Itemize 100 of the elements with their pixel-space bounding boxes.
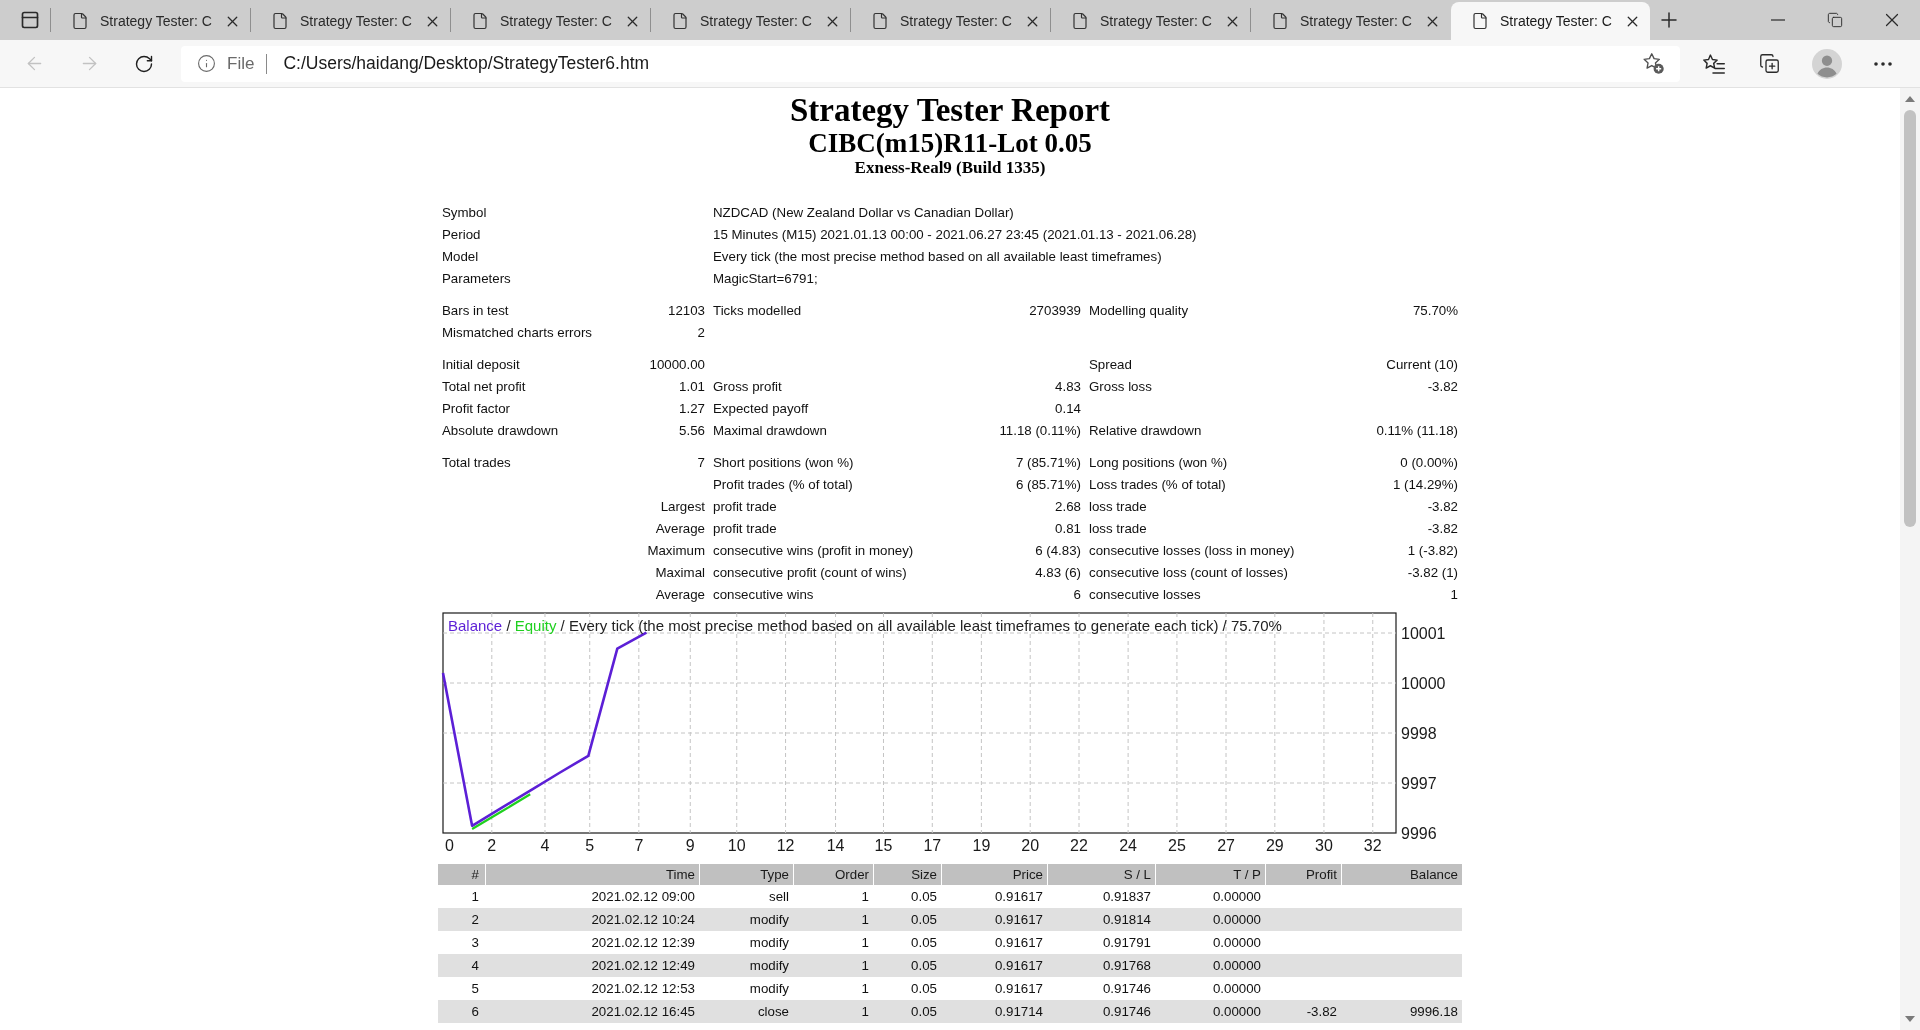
report-server: Exness-Real9 (Build 1335) <box>854 158 1046 178</box>
star-list-icon <box>1703 53 1725 74</box>
scroll-down-icon[interactable] <box>1905 1016 1915 1022</box>
axis-label: 15 <box>874 837 893 854</box>
column-header: Balance <box>1341 864 1462 885</box>
summary-label: consecutive loss (count of losses) <box>1089 564 1288 583</box>
summary-value: NZDCAD (New Zealand Dollar vs Canadian Dollar) <box>713 204 1014 223</box>
summary-label: consecutive wins <box>713 586 814 605</box>
summary-value: 2 <box>697 324 705 343</box>
summary-value: 0.14 <box>1055 400 1081 419</box>
summary-label: Model <box>442 248 479 267</box>
site-info-button[interactable]: File <box>197 48 255 79</box>
table-cell-text: 0.91768 <box>1101 956 1152 975</box>
table-cell-text: 2021.02.12 16:45 <box>590 1002 696 1021</box>
summary-label: consecutive losses (loss in money) <box>1089 542 1295 561</box>
report-subtitle: CIBC(m15)R11-Lot 0.05 <box>808 128 1092 158</box>
summary-value: 7 (85.71%) <box>1015 454 1081 473</box>
table-cell-text: 0.05 <box>910 887 938 906</box>
browser-tab[interactable]: Strategy Tester: C <box>1251 2 1450 40</box>
axis-label: 9 <box>685 837 695 854</box>
summary-label: Period <box>442 226 481 245</box>
summary-label: Initial deposit <box>442 356 520 375</box>
table-cell-text: 0.00000 <box>1211 933 1262 952</box>
scrollbar-thumb[interactable] <box>1904 110 1916 527</box>
axis-label: 19 <box>972 837 991 854</box>
table-cell-text: 1 <box>470 887 480 906</box>
browser-tab[interactable]: Strategy Tester: C <box>1451 2 1650 40</box>
column-header: Profit <box>1265 864 1341 885</box>
axis-label: 17 <box>923 837 942 854</box>
summary-label: Gross loss <box>1089 378 1152 397</box>
summary-label: Mismatched charts errors <box>442 324 592 343</box>
table-cell-text: 2 <box>470 910 480 929</box>
summary-value: -3.82 <box>1427 378 1458 397</box>
column-header: S / L <box>1047 864 1155 885</box>
summary-label: profit trade <box>713 498 777 517</box>
table-cell-text: 1 <box>860 933 870 952</box>
summary-value: -3.82 <box>1427 498 1458 517</box>
summary-label: consecutive wins (profit in money) <box>713 542 914 561</box>
summary-value: -3.82 <box>1427 520 1458 539</box>
summary-label: Short positions (won %) <box>713 454 854 473</box>
browser-tab[interactable]: Strategy Tester: C <box>451 2 650 40</box>
document-icon <box>1071 12 1089 30</box>
summary-label: Long positions (won %) <box>1089 454 1228 473</box>
table-cell-text: modify <box>748 910 790 929</box>
axis-label: 25 <box>1168 837 1186 854</box>
document-icon <box>871 12 889 30</box>
summary-label: consecutive profit (count of wins) <box>713 564 907 583</box>
document-icon <box>271 12 289 30</box>
table-cell-text: 0.91617 <box>993 887 1044 906</box>
axis-label: 20 <box>1021 837 1040 854</box>
table-cell-text: 0.00000 <box>1211 1002 1262 1021</box>
summary-value: 0 (0.00%) <box>1400 454 1458 473</box>
column-header: Size <box>873 864 941 885</box>
document-icon <box>1471 12 1489 30</box>
table-cell-text: 0.05 <box>910 910 938 929</box>
table-cell-text: 1 <box>860 979 870 998</box>
address-field[interactable]: C:/Users/haidang/Desktop/StrategyTester6.htm <box>283 50 1638 77</box>
summary-value: 11.18 (0.11%) <box>999 422 1081 441</box>
table-cell-text: 2021.02.12 12:49 <box>590 956 696 975</box>
table-cell-text: 9996.18 <box>1408 1002 1459 1021</box>
summary-value: 0.81 <box>1055 520 1081 539</box>
browser-tab[interactable]: Strategy Tester: C <box>1051 2 1250 40</box>
summary-label: Expected payoff <box>713 400 809 419</box>
table-cell-text: 0.05 <box>910 979 938 998</box>
table-cell-text: 0.91617 <box>993 933 1044 952</box>
summary-label: Maximal drawdown <box>713 422 827 441</box>
document-icon <box>1271 12 1289 30</box>
scrollbar[interactable] <box>1900 88 1920 1030</box>
table-cell-text: 0.00000 <box>1211 887 1262 906</box>
more-icon <box>1874 61 1892 66</box>
summary-label: Absolute drawdown <box>442 422 559 441</box>
table-cell-text: 0.91617 <box>993 979 1044 998</box>
reload-icon <box>134 53 154 74</box>
summary-label: Profit trades (% of total) <box>713 476 853 495</box>
browser-tab[interactable]: Strategy Tester: C <box>251 2 450 40</box>
table-cell-text: 1 <box>860 887 870 906</box>
browser-tab[interactable]: Strategy Tester: C <box>851 2 1050 40</box>
browser-tab[interactable]: Strategy Tester: C <box>651 2 850 40</box>
report-title: Strategy Tester Report <box>789 92 1111 128</box>
minimize-icon <box>1770 19 1785 21</box>
summary-value: 6 <box>1073 586 1081 605</box>
summary-label: Bars in test <box>442 302 509 321</box>
column-header: Order <box>793 864 873 885</box>
axis-label: 7 <box>634 837 644 854</box>
collections-icon <box>1758 53 1780 74</box>
summary-value: 1.01 <box>679 378 705 397</box>
summary-value: 10000.00 <box>649 356 705 375</box>
summary-label: Relative drawdown <box>1089 422 1202 441</box>
table-cell-text: 0.91746 <box>1101 979 1152 998</box>
summary-value: 2703939 <box>1029 302 1081 321</box>
summary-label: Spread <box>1089 356 1132 375</box>
summary-label: Average <box>655 520 705 539</box>
table-cell-text: 0.91837 <box>1101 887 1152 906</box>
summary-value: 75.70% <box>1412 302 1458 321</box>
scroll-up-icon[interactable] <box>1905 96 1915 102</box>
table-cell-text: 0.91746 <box>1101 1002 1152 1021</box>
table-cell-text: 0.05 <box>910 956 938 975</box>
table-cell-text: 0.05 <box>910 933 938 952</box>
axis-label: 22 <box>1070 837 1088 854</box>
browser-tab[interactable]: Strategy Tester: C <box>51 2 250 40</box>
